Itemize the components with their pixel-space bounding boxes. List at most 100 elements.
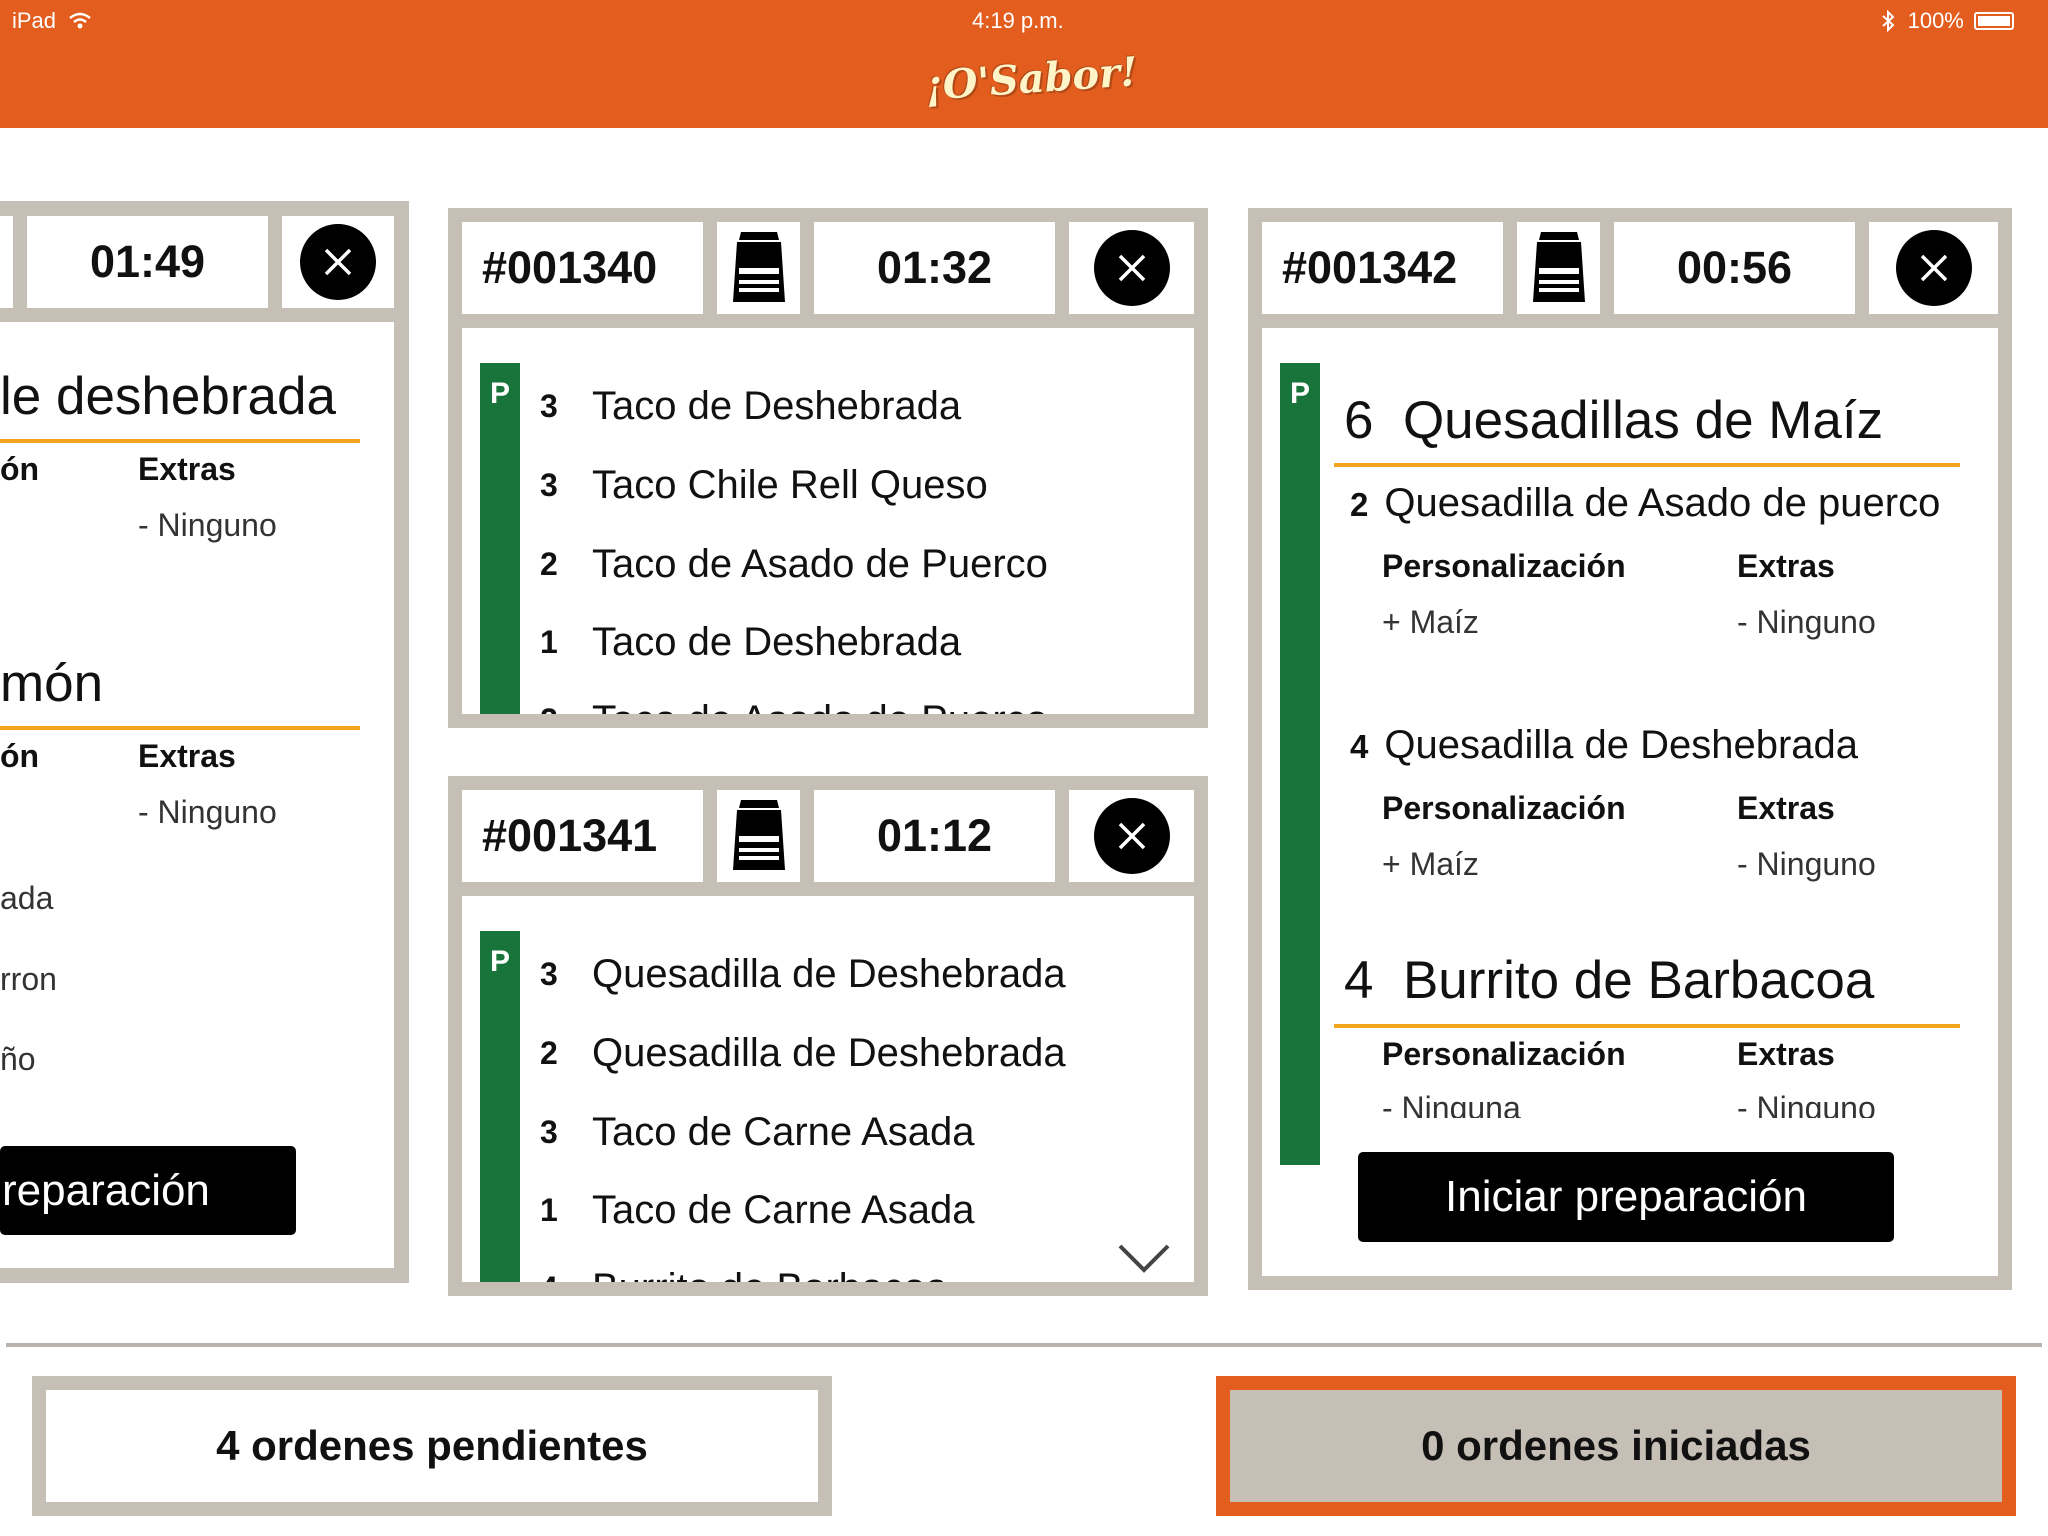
order-number-cell [0,216,13,308]
extras-header: Extras [138,738,236,774]
priority-bar: P [480,931,520,1282]
group-title: 4 Burrito de Barbacoa [1344,950,1874,1011]
device-label: iPad [12,8,57,33]
close-order-button[interactable] [1895,230,1972,306]
logo-text: ¡O'Sabor! [923,48,1140,110]
extras-value: - Ninguno [138,794,277,830]
custom-value: ño [0,1041,36,1077]
button-label: Iniciar preparación [1445,1172,1807,1221]
start-preparation-button[interactable]: Iniciar preparación [1358,1152,1894,1242]
battery-icon [1974,12,2014,30]
group-qty: 6 [1344,391,1374,450]
sub-name: Quesadilla de Deshebrada [1384,723,1859,767]
takeout-bag-icon [732,800,785,870]
timer-text: 00:56 [1676,242,1793,293]
order-card-001341: #001341 01:12 P 3 Quesadilla de Deshebrad… [448,776,1208,1296]
item-name: Quesadilla de Deshebrada [592,1030,1066,1075]
custom-header: Personalización [1382,548,1626,584]
custom-value: + Maíz [1382,846,1479,882]
start-preparation-button[interactable]: reparación [0,1146,296,1235]
group-title: 6 Quesadillas de Maíz [1344,390,1883,451]
priority-label: P [1289,377,1310,410]
sub-item: 2 Quesadilla de Asado de puerco [1350,481,1940,526]
order-card-001342: #001342 00:56 P 6 Quesadillas de Maíz 2Q… [1248,208,2012,1290]
item-name: Taco de Asado de Puerco [592,541,1048,586]
extras-value: - Ninguno [1737,604,1876,640]
close-icon [1118,254,1145,282]
sub-qty: 4 [1350,728,1369,765]
group-divider [1334,463,1960,467]
custom-header: Personalización [1382,1036,1626,1072]
item-name: Taco de Carne Asada [592,1109,975,1154]
order-id-text: #001342 [1282,242,1458,293]
order-body: P 6 Quesadillas de Maíz 2 Quesadilla de A… [1262,328,1998,1276]
item-qty: 1 [540,1191,558,1228]
close-order-button[interactable] [1093,230,1170,306]
group-name: Burrito de Barbacoa [1402,951,1875,1010]
order-item: 4Burrito de Barbacoa [540,1264,948,1282]
order-timer: 01:12 [814,790,1055,882]
item-name: Burrito de Barbacoa [592,1266,948,1282]
item-qty: 3 [540,466,558,503]
item-qty: 2 [540,545,558,582]
close-icon [324,248,352,276]
item-name: Taco de Deshebrada [592,383,962,428]
battery-percent: 100% [1907,8,1964,33]
order-timer: 01:49 [27,216,268,308]
timer-text: 01:12 [876,810,993,861]
extras-header: Extras [1737,548,1835,584]
item-qty: 3 [540,1113,558,1150]
order-item: 3 Taco Chile Rell Queso [540,461,988,508]
takeout-bag-icon [1532,232,1585,302]
close-icon [1920,254,1947,282]
item-name: Taco de Deshebrada [592,619,962,664]
takeout-cell [717,790,800,882]
custom-header: ón [0,451,40,487]
custom-value: ada [0,880,54,916]
order-number: #001340 [462,222,703,314]
close-cell [1869,222,1998,314]
item-qty: 1 [540,623,558,660]
priority-label: P [489,377,510,410]
button-label: reparación [2,1165,210,1215]
close-order-button[interactable] [300,224,376,300]
timer-text: 01:49 [89,236,206,287]
order-body: P 3 Taco de Deshebrada 3 Taco Chile Rell Q… [462,328,1194,714]
clip-area: - Ninguna - Ninguno [1262,1086,1998,1118]
status-time: 4:19 p.m. [972,8,1064,33]
group-name: Quesadillas de Maíz [1402,391,1884,450]
order-id-text: #001340 [482,242,658,293]
tab-label: 4 ordenes pendientes [216,1422,648,1469]
sub-name: Quesadilla de Asado de puerco [1384,481,1941,525]
order-item: 2Taco de Asado de Puerco [540,696,1048,714]
extras-value: - Ninguno [1737,1090,1876,1118]
order-card-partial: 01:49 le deshebrada ón Extras - Ninguno … [0,201,409,1283]
status-device: iPad [12,8,92,34]
status-battery: 100% [1881,8,2014,34]
item-qty: 2 [540,702,592,714]
close-cell [1069,790,1194,882]
group-qty: 4 [1344,951,1374,1010]
extras-value: - Ninguno [138,507,277,543]
item-divider [0,726,360,730]
order-item: 1 Taco de Deshebrada [540,618,961,665]
app-header: iPad 4:19 p.m. 100% ¡O'Sabor! [0,0,2048,128]
item-name: Taco de Carne Asada [592,1187,975,1232]
tab-started-orders[interactable]: 0 ordenes iniciadas [1216,1376,2016,1516]
item-title: món [0,654,104,713]
group-divider [1334,1024,1960,1028]
wifi-icon [69,12,91,29]
takeout-bag-icon [732,232,785,302]
chevron-down-icon[interactable] [1116,1242,1172,1274]
close-order-button[interactable] [1093,798,1170,874]
item-qty: 4 [540,1270,592,1282]
tab-pending-orders[interactable]: 4 ordenes pendientes [32,1376,832,1516]
close-icon [1118,822,1145,850]
custom-value: + Maíz [1382,604,1479,640]
takeout-cell [717,222,800,314]
app-logo: ¡O'Sabor! [924,48,1139,116]
item-name: Taco de Asado de Puerco [592,698,1048,714]
order-body: le deshebrada ón Extras - Ninguno món ón… [0,322,394,1268]
takeout-cell [1517,222,1600,314]
order-body: P 3 Quesadilla de Deshebrada 2 Quesadilla … [462,896,1194,1282]
